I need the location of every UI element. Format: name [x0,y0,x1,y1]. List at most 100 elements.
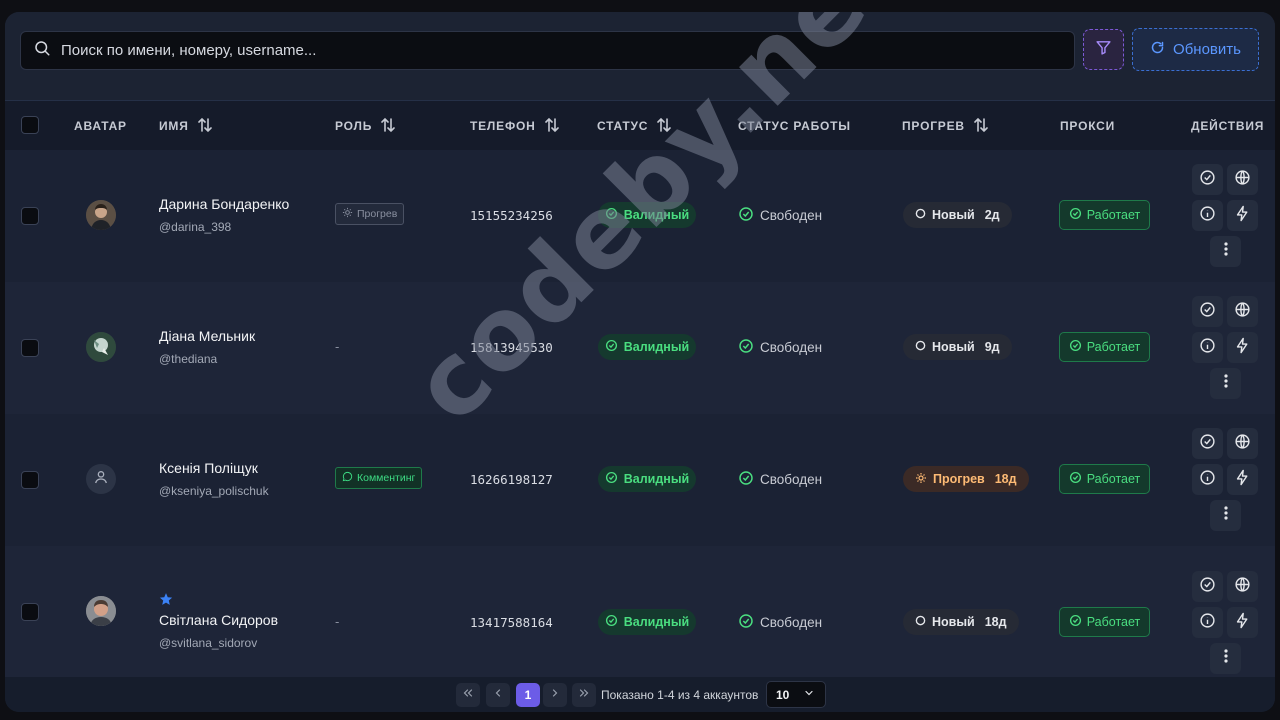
info-button[interactable] [1192,607,1223,638]
more-vertical-icon [1223,649,1228,668]
circle-icon [915,340,926,354]
row-checkbox[interactable] [21,207,39,225]
avatar [86,464,116,494]
account-username: @kseniya_polischuk [159,484,269,498]
check-circle-icon [738,206,754,225]
more-button[interactable] [1210,643,1241,674]
search-input[interactable] [61,42,1041,59]
check-circle-icon [1069,339,1082,355]
check-circle-icon [1199,169,1216,191]
next-page-button[interactable] [543,683,567,707]
chevrons-right-icon [578,686,590,704]
app-frame: Обновить АВАТАР ИМЯ РОЛЬ ТЕЛЕФОН СТАТУС … [5,12,1275,712]
phone-number: 15813945530 [470,340,553,355]
role-empty: - [335,614,340,629]
per-page-select[interactable]: 10 [766,681,826,708]
sort-icon[interactable] [657,117,672,136]
role-badge: Комментинг [335,467,423,489]
quick-action-button[interactable] [1227,332,1258,363]
table-header: АВАТАР ИМЯ РОЛЬ ТЕЛЕФОН СТАТУС СТАТУС РА… [5,100,1275,150]
refresh-icon [1150,40,1165,59]
proxy-action-button[interactable] [1227,571,1258,602]
info-icon [1199,337,1216,359]
info-button[interactable] [1192,332,1223,363]
more-button[interactable] [1210,500,1241,531]
status-badge: Валидный [598,466,696,492]
sort-icon[interactable] [381,117,395,136]
proxy-action-button[interactable] [1227,164,1258,195]
row-checkbox[interactable] [21,603,39,621]
phone-number: 13417588164 [470,615,553,630]
more-button[interactable] [1210,368,1241,399]
first-page-button[interactable] [456,683,480,707]
info-button[interactable] [1192,200,1223,231]
pagination-info: Показано 1-4 из 4 аккаунтов [601,688,759,702]
quick-action-button[interactable] [1227,607,1258,638]
info-button[interactable] [1192,464,1223,495]
check-circle-icon [738,338,754,357]
check-action-button[interactable] [1192,296,1223,327]
column-role[interactable]: РОЛЬ [335,101,395,151]
check-circle-icon [1199,433,1216,455]
sun-icon [342,207,353,221]
check-circle-icon [1199,301,1216,323]
row-checkbox[interactable] [21,339,39,357]
prev-page-button[interactable] [486,683,510,707]
sort-icon[interactable] [197,117,212,136]
column-warmup[interactable]: ПРОГРЕВ [902,101,988,151]
quick-action-button[interactable] [1227,464,1258,495]
avatar [86,200,116,230]
sun-icon [915,472,927,487]
account-username: @svitlana_sidorov [159,636,258,650]
check-circle-icon [605,207,618,223]
chevrons-left-icon [462,686,474,704]
lightning-icon [1234,205,1251,227]
last-page-button[interactable] [572,683,596,707]
more-button[interactable] [1210,236,1241,267]
warmup-badge: Новый 9д [903,334,1012,360]
pagination-bar: 1 Показано 1-4 из 4 аккаунтов 10 [5,677,1275,712]
check-circle-icon [1199,576,1216,598]
check-circle-icon [605,471,618,487]
proxy-action-button[interactable] [1227,428,1258,459]
star-icon [159,592,173,611]
phone-number: 15155234256 [470,208,553,223]
filter-button[interactable] [1083,29,1124,70]
phone-number: 16266198127 [470,472,553,487]
refresh-button[interactable]: Обновить [1132,28,1259,71]
check-circle-icon [1069,614,1082,630]
search-box[interactable] [20,31,1075,70]
circle-icon [915,208,926,222]
search-icon [33,39,51,62]
sort-icon[interactable] [544,117,559,136]
more-vertical-icon [1223,374,1228,393]
check-action-button[interactable] [1192,164,1223,195]
quick-action-button[interactable] [1227,200,1258,231]
refresh-label: Обновить [1173,41,1241,58]
check-action-button[interactable] [1192,428,1223,459]
check-action-button[interactable] [1192,571,1223,602]
proxy-action-button[interactable] [1227,296,1258,327]
account-name: Світлана Сидоров [159,612,279,628]
globe-icon [1234,576,1251,598]
column-status[interactable]: СТАТУС [597,101,672,151]
proxy-badge: Работает [1059,332,1150,362]
check-circle-icon [738,470,754,489]
table-row: Ксенія Поліщук @kseniya_polischuk Коммен… [5,414,1275,546]
comment-icon [342,471,353,485]
account-username: @darina_398 [159,220,232,234]
select-all-checkbox[interactable] [21,116,39,134]
globe-icon [1234,433,1251,455]
proxy-badge: Работает [1059,464,1150,494]
avatar [86,332,116,362]
page-button-current[interactable]: 1 [516,683,540,707]
column-phone[interactable]: ТЕЛЕФОН [470,101,559,151]
column-name[interactable]: ИМЯ [159,101,212,151]
column-avatar: АВАТАР [74,119,127,133]
work-status: Свободен [738,338,822,357]
table-row: Дарина Бондаренко @darina_398 Прогрев 15… [5,150,1275,282]
sort-icon[interactable] [974,117,988,136]
globe-icon [1234,169,1251,191]
lightning-icon [1234,469,1251,491]
row-checkbox[interactable] [21,471,39,489]
